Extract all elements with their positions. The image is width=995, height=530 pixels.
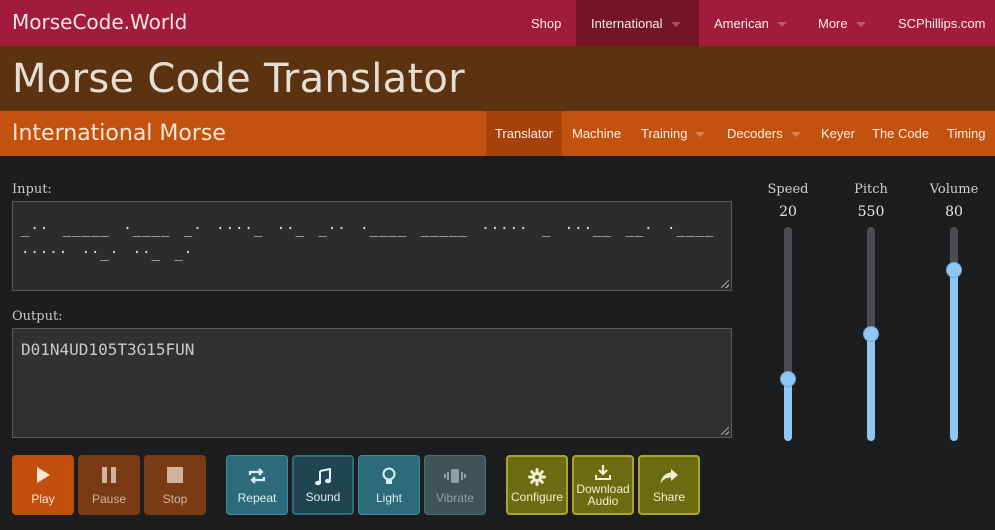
tab-decoders[interactable]: Decoders (727, 111, 801, 156)
tab-translator[interactable]: Translator (486, 111, 562, 156)
top-navbar: MorseCode.World Shop International Ameri… (0, 0, 995, 46)
repeat-button[interactable]: Repeat (226, 455, 288, 515)
speed-slider-thumb[interactable] (780, 370, 796, 387)
vibrate-icon (425, 467, 485, 487)
section-navbar: International Morse Translator Machine T… (0, 111, 995, 156)
chevron-down-icon (776, 22, 787, 28)
site-brand[interactable]: MorseCode.World (12, 10, 187, 34)
chevron-down-icon (695, 132, 706, 138)
text-output-value: D01N4UD105T3G15FUN (21, 340, 195, 359)
light-label: Light (375, 491, 403, 505)
input-label: Input: (12, 182, 52, 197)
volume-slider-fill (950, 269, 958, 441)
stop-label: Stop (162, 492, 188, 506)
volume-label: Volume (929, 182, 979, 197)
pause-label: Pause (91, 492, 127, 506)
pitch-label: Pitch (854, 182, 888, 197)
tab-keyer[interactable]: Keyer (821, 111, 855, 156)
configure-button[interactable]: Configure (506, 455, 568, 515)
title-band: Morse Code Translator (0, 46, 995, 111)
output-label: Output: (12, 309, 63, 324)
share-icon (640, 468, 698, 488)
speed-slider[interactable] (780, 227, 796, 441)
tab-the-code[interactable]: The Code (872, 111, 929, 156)
speed-slider-fill (784, 378, 792, 441)
tab-training[interactable]: Training (641, 111, 706, 156)
chevron-down-icon (670, 22, 681, 28)
pause-icon (78, 466, 140, 486)
download-icon (574, 464, 632, 484)
tab-timing[interactable]: Timing (947, 111, 986, 156)
pitch-slider-fill (867, 334, 875, 441)
page-title: Morse Code Translator (12, 56, 465, 102)
gear-icon (508, 468, 566, 488)
stop-icon (144, 466, 206, 486)
download-audio-button[interactable]: Download Audio (572, 455, 634, 515)
nav-more[interactable]: More (818, 0, 866, 46)
download-label: Download Audio (576, 482, 630, 508)
music-note-icon (294, 468, 352, 488)
volume-slider-thumb[interactable] (946, 261, 962, 278)
light-button[interactable]: Light (358, 455, 420, 515)
lightbulb-icon (359, 467, 419, 487)
play-button[interactable]: Play (12, 455, 74, 515)
configure-label: Configure (510, 490, 564, 504)
resize-handle-icon[interactable] (721, 427, 729, 435)
vibrate-label: Vibrate (436, 491, 474, 505)
sound-button[interactable]: Sound (292, 455, 354, 515)
text-output-textarea[interactable]: D01N4UD105T3G15FUN (12, 328, 732, 438)
speed-value: 20 (779, 204, 797, 220)
section-title: International Morse (12, 121, 226, 146)
vibrate-button[interactable]: Vibrate (424, 455, 486, 515)
pitch-value: 550 (857, 204, 885, 220)
morse-input-value: _·· _____ ·____ _· ····_ ··_ _·· ·____ _… (21, 221, 715, 261)
nav-american[interactable]: American (714, 0, 787, 46)
speed-label: Speed (767, 182, 809, 197)
volume-slider[interactable] (946, 227, 962, 441)
play-icon (12, 466, 74, 486)
morse-input-textarea[interactable]: _·· _____ ·____ _· ····_ ··_ _·· ·____ _… (12, 201, 732, 291)
pitch-slider[interactable] (863, 227, 879, 441)
chevron-down-icon (790, 132, 801, 138)
share-label: Share (652, 490, 686, 504)
chevron-down-icon (855, 22, 866, 28)
nav-scphillips[interactable]: SCPhillips.com (898, 0, 985, 46)
resize-handle-icon[interactable] (721, 280, 729, 288)
tab-machine[interactable]: Machine (572, 111, 621, 156)
pitch-slider-thumb[interactable] (863, 326, 879, 342)
stop-button[interactable]: Stop (144, 455, 206, 515)
play-label: Play (31, 492, 55, 506)
nav-international[interactable]: International (576, 0, 699, 46)
repeat-icon (227, 467, 287, 487)
sound-label: Sound (305, 490, 341, 504)
pause-button[interactable]: Pause (78, 455, 140, 515)
share-button[interactable]: Share (638, 455, 700, 515)
nav-shop[interactable]: Shop (531, 0, 561, 46)
repeat-label: Repeat (237, 491, 277, 505)
volume-value: 80 (945, 204, 963, 220)
